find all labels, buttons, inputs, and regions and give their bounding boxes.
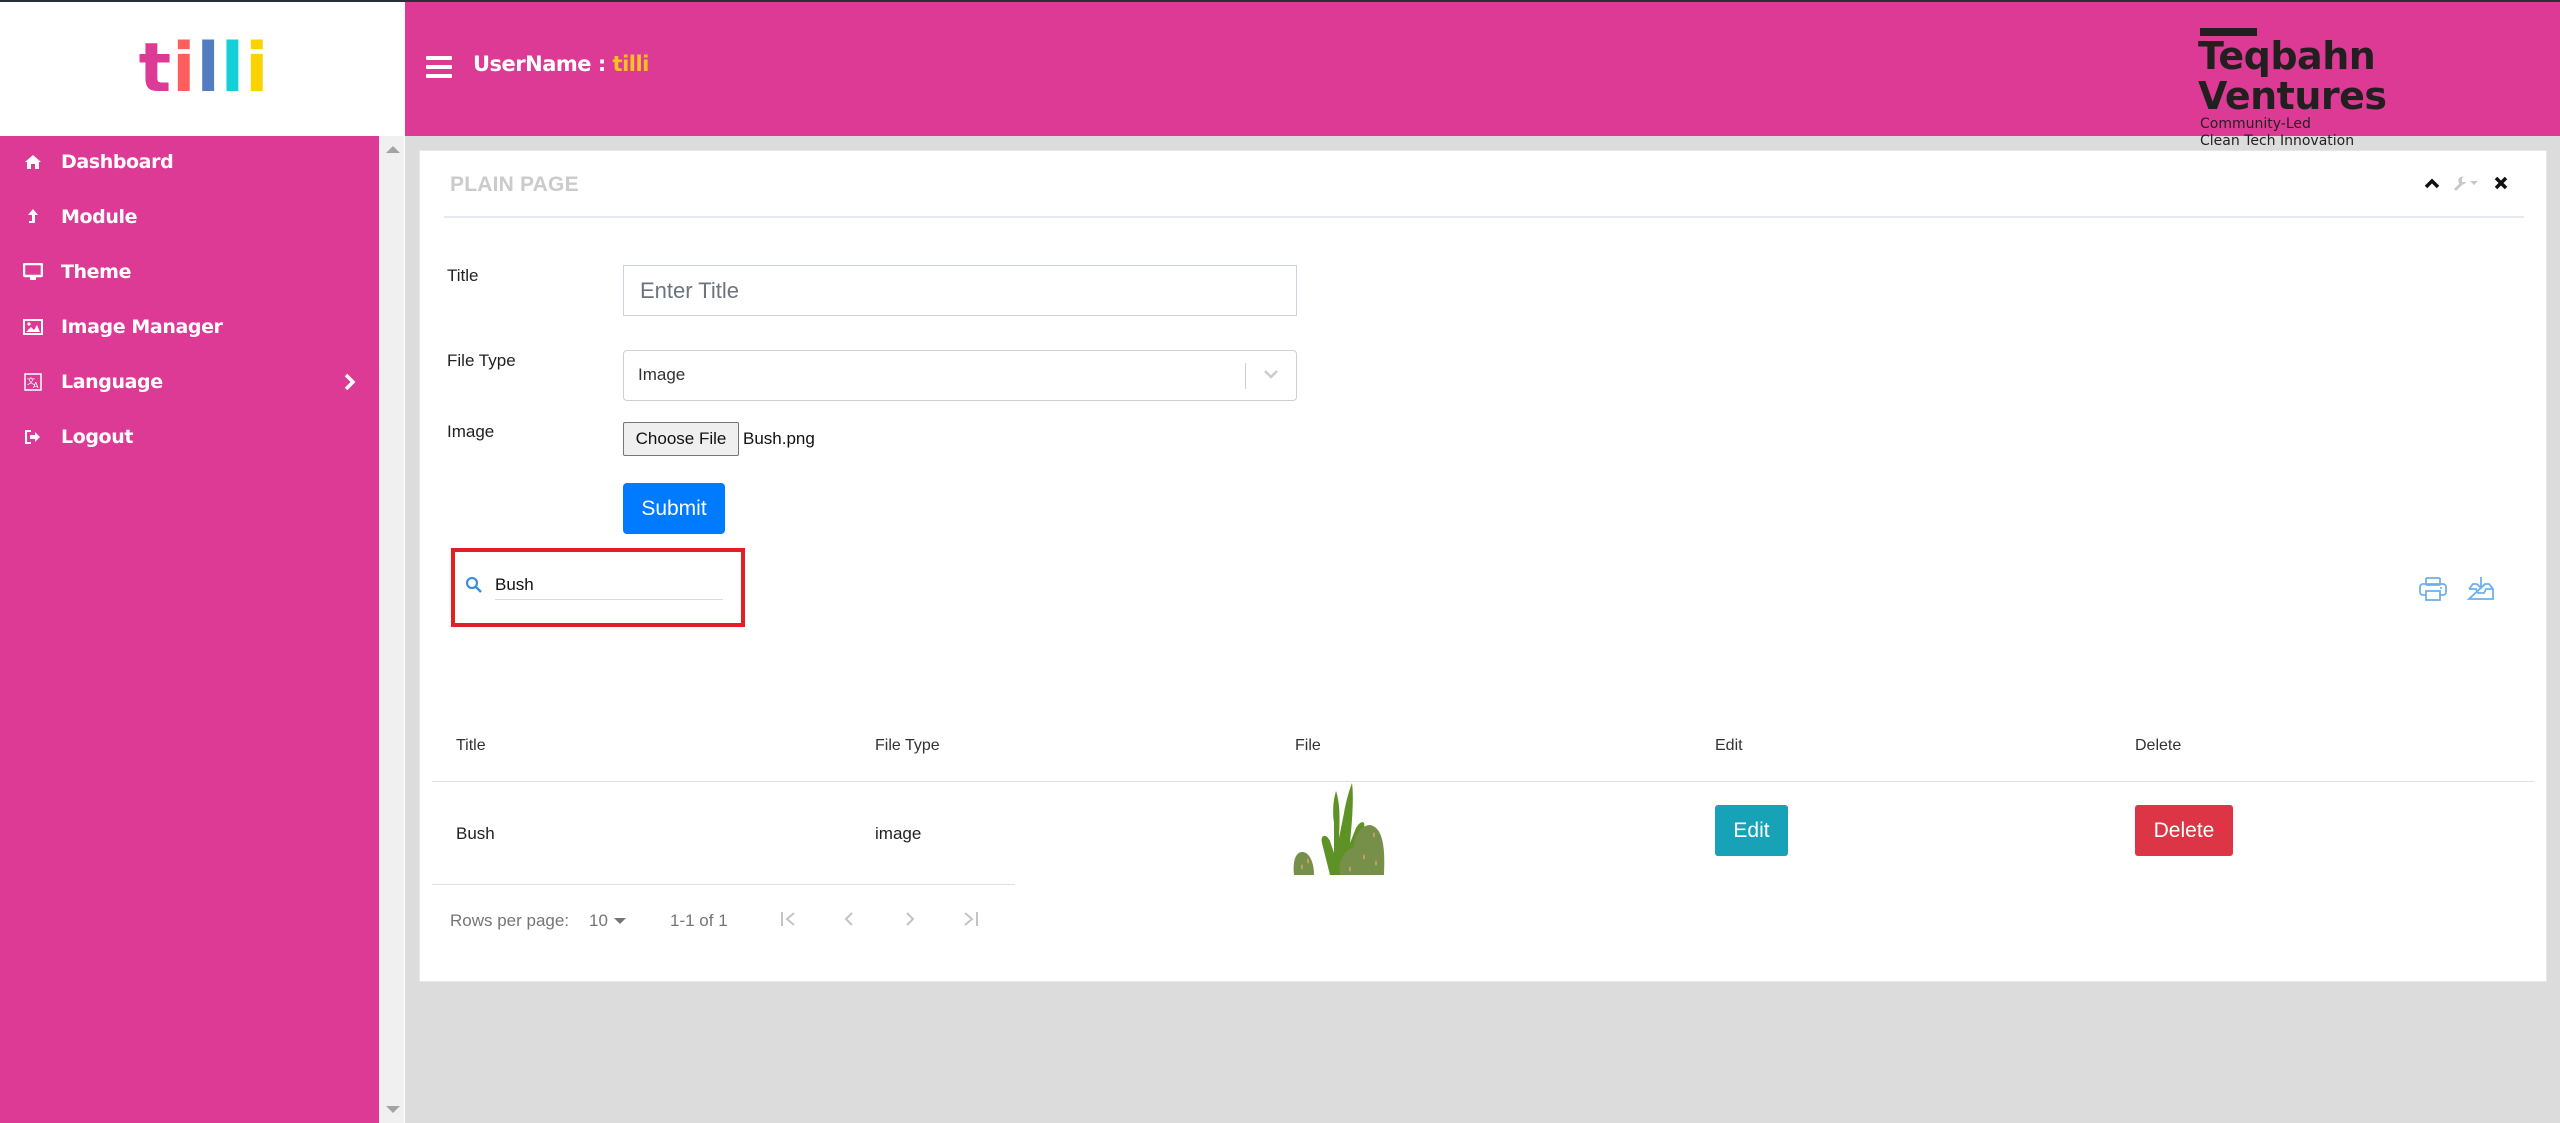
language-icon: 文A: [22, 372, 44, 392]
monitor-icon: [22, 262, 44, 282]
collapse-chevron-up-icon[interactable]: [2424, 177, 2440, 189]
panel-toolbox: [2424, 175, 2508, 191]
cell-title: Bush: [456, 824, 495, 843]
title-label: Title: [447, 266, 479, 285]
close-icon[interactable]: [2494, 176, 2508, 190]
brand-name: Teqbahn Ventures: [2198, 34, 2387, 118]
tilli-logo[interactable]: t i l l i: [138, 29, 269, 108]
logo-letter: l: [220, 29, 244, 108]
logo-letter: l: [196, 29, 219, 108]
wrench-settings-icon[interactable]: [2452, 175, 2482, 191]
delete-button[interactable]: Delete: [2135, 805, 2233, 856]
search-highlight-box: [451, 548, 745, 627]
edit-button[interactable]: Edit: [1715, 805, 1788, 856]
sidebar-item-language[interactable]: 文A Language: [0, 362, 379, 402]
last-page-icon[interactable]: [958, 907, 982, 931]
sidebar: Dashboard Module Theme Image Manager 文A …: [0, 136, 379, 1123]
column-header-file-type[interactable]: File Type: [875, 737, 940, 755]
brand-tagline: Clean Tech Innovation: [2200, 133, 2355, 149]
chevron-down-icon[interactable]: [1262, 367, 1280, 385]
sidebar-item-module[interactable]: Module: [0, 197, 379, 237]
brand-tagline: Community-Led: [2200, 116, 2311, 132]
logo-letter: i: [172, 29, 195, 108]
previous-page-icon[interactable]: [837, 907, 861, 931]
column-header-edit[interactable]: Edit: [1715, 737, 1743, 755]
column-header-title[interactable]: Title: [456, 737, 486, 755]
bush-thumbnail-image: [1292, 783, 1396, 888]
sidebar-item-dashboard[interactable]: Dashboard: [0, 142, 379, 182]
cell-file-type: image: [875, 824, 922, 843]
panel-divider: [444, 216, 2524, 218]
sidebar-item-label: Logout: [61, 426, 134, 448]
pagination-range: 1-1 of 1: [670, 911, 728, 930]
caret-down-icon: [613, 918, 626, 924]
scroll-up-arrow-icon[interactable]: [386, 146, 400, 153]
first-page-icon[interactable]: [777, 907, 801, 931]
column-header-file[interactable]: File: [1295, 737, 1321, 755]
choose-file-button[interactable]: Choose File: [623, 422, 739, 456]
column-header-delete[interactable]: Delete: [2135, 737, 2181, 755]
chosen-file-name: Bush.png: [743, 429, 815, 448]
logout-icon: [22, 427, 44, 447]
search-icon: [465, 576, 483, 599]
file-type-selected-value: Image: [638, 365, 686, 384]
title-input[interactable]: [623, 265, 1297, 316]
file-type-label: File Type: [447, 351, 516, 370]
rows-per-page-value: 10: [589, 911, 608, 930]
menu-toggle-icon[interactable]: [426, 56, 452, 78]
sidebar-item-logout[interactable]: Logout: [0, 417, 379, 457]
logo-letter: i: [245, 29, 268, 108]
upload-arrow-icon: [22, 207, 44, 227]
table-header-divider: [432, 781, 2534, 782]
sidebar-scrollbar[interactable]: [379, 136, 405, 1123]
sidebar-item-label: Module: [61, 206, 138, 228]
plain-page-panel: PLAIN PAGE Title File Type Image Image C…: [419, 150, 2547, 982]
panel-title: PLAIN PAGE: [450, 173, 579, 196]
sidebar-item-label: Dashboard: [61, 151, 174, 173]
sidebar-item-label: Language: [61, 371, 163, 393]
sidebar-item-label: Image Manager: [61, 316, 223, 338]
sidebar-item-label: Theme: [61, 261, 132, 283]
username-value: tilli: [612, 52, 650, 76]
logo-letter: t: [138, 29, 171, 108]
username-label: UserName :: [473, 52, 613, 76]
download-icon[interactable]: [2466, 576, 2496, 607]
window-top-border: [0, 0, 2560, 2]
image-label: Image: [447, 422, 495, 441]
rows-per-page-select[interactable]: 10: [589, 911, 626, 931]
table-row-divider: [432, 884, 1015, 885]
print-icon[interactable]: [2418, 576, 2448, 607]
next-page-icon[interactable]: [898, 907, 922, 931]
username-display: UserName : tilli: [473, 52, 649, 76]
file-type-select[interactable]: Image: [623, 350, 1297, 401]
logo-area: t i l l i: [0, 2, 405, 136]
submit-button[interactable]: Submit: [623, 483, 725, 534]
sidebar-item-image-manager[interactable]: Image Manager: [0, 307, 379, 347]
search-input[interactable]: [495, 570, 723, 600]
brand-logo: Teqbahn Ventures Community-Led Clean Tec…: [2188, 28, 2558, 150]
select-separator: [1245, 363, 1246, 389]
home-icon: [22, 152, 44, 172]
chevron-right-icon: [343, 372, 357, 392]
sidebar-item-theme[interactable]: Theme: [0, 252, 379, 292]
scroll-down-arrow-icon[interactable]: [386, 1106, 400, 1113]
svg-text:A: A: [33, 381, 39, 390]
top-header: UserName : tilli Teqbahn Ventures Commun…: [405, 2, 2560, 149]
image-icon: [22, 317, 44, 337]
rows-per-page-label: Rows per page:: [450, 911, 570, 930]
